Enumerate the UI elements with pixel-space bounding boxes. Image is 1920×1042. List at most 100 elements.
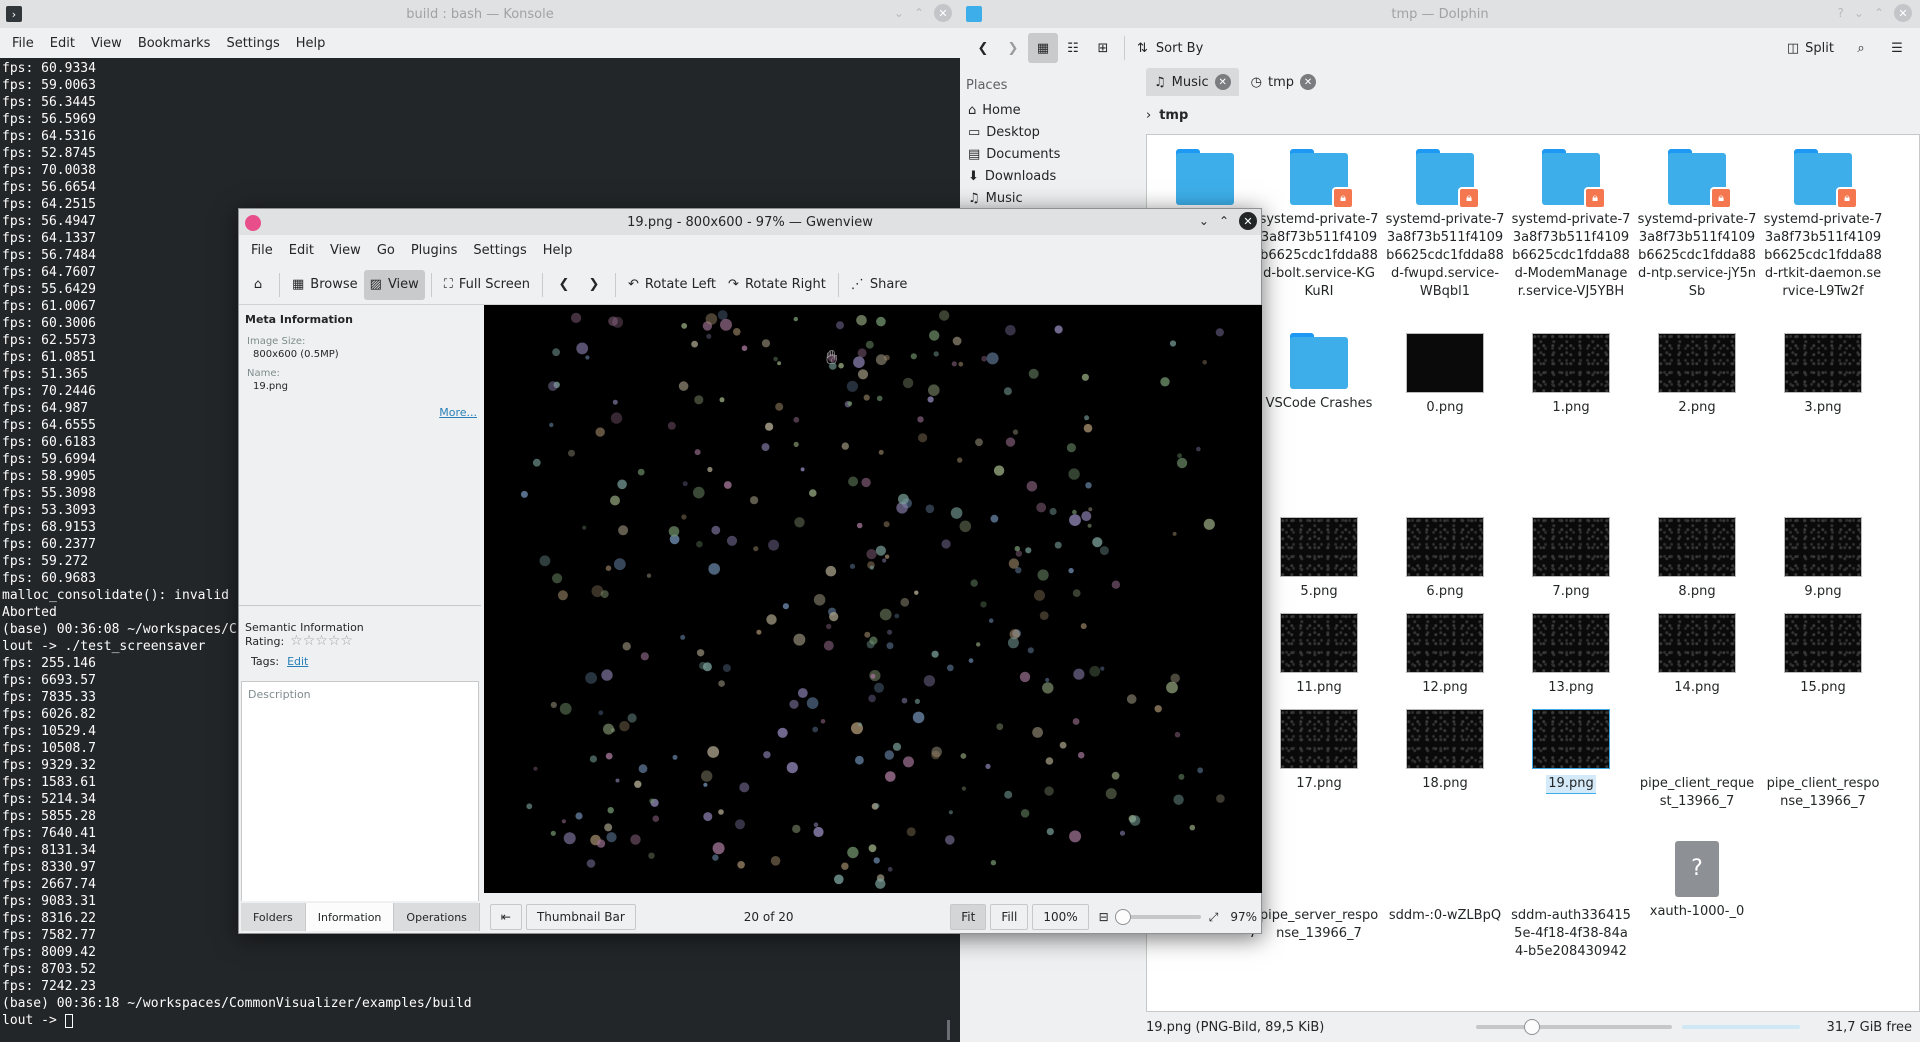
menu-settings[interactable]: Settings — [465, 243, 534, 258]
star-icon[interactable]: ☆ — [303, 633, 316, 649]
zoom-out-icon[interactable]: ⊟ — [1099, 910, 1109, 924]
close-icon[interactable]: ✕ — [1239, 212, 1257, 230]
file-item-folder[interactable]: VSCode Crashes — [1259, 333, 1379, 413]
minimize-icon[interactable]: ⌄ — [1199, 214, 1209, 228]
menu-file[interactable]: File — [243, 243, 281, 258]
forward-icon[interactable]: ❯ — [998, 33, 1028, 63]
home-button[interactable]: ⌂ — [243, 270, 273, 300]
zoom-slider-knob[interactable] — [1524, 1019, 1540, 1035]
menu-plugins[interactable]: Plugins — [403, 243, 466, 258]
tab-folders[interactable]: Folders — [241, 903, 306, 931]
tags-edit-link[interactable]: Edit — [287, 655, 308, 668]
star-icon[interactable]: ☆ — [315, 633, 328, 649]
file-item-image[interactable]: 7.png — [1511, 517, 1631, 601]
menu-help[interactable]: Help — [535, 243, 581, 258]
file-item-image[interactable]: 13.png — [1511, 613, 1631, 697]
close-icon[interactable]: ✕ — [934, 4, 952, 22]
rotate-right-button[interactable]: ↷ Rotate Right — [722, 270, 832, 300]
file-item-file[interactable]: sddm-:0-wZLBpQ — [1385, 907, 1505, 925]
file-item-image[interactable]: 17.png — [1259, 709, 1379, 793]
fill-button[interactable]: Fill — [990, 904, 1029, 930]
file-item-image[interactable]: 9.png — [1763, 517, 1883, 601]
hamburger-menu-icon[interactable]: ☰ — [1882, 33, 1912, 63]
minimize-icon[interactable]: ⌄ — [894, 6, 904, 20]
file-item-image[interactable]: 5.png — [1259, 517, 1379, 601]
tab-music[interactable]: ♫ Music ✕ — [1146, 68, 1239, 96]
maximize-icon[interactable]: ⌃ — [1219, 214, 1229, 228]
file-item-image[interactable]: 18.png — [1385, 709, 1505, 793]
file-item-file[interactable]: pipe_client_response_13966_7 — [1763, 775, 1883, 811]
maximize-icon[interactable]: ⌃ — [914, 6, 924, 20]
back-icon[interactable]: ❮ — [968, 33, 998, 63]
file-item-image[interactable]: 6.png — [1385, 517, 1505, 601]
close-icon[interactable]: ✕ — [1894, 4, 1912, 22]
zoom-slider[interactable] — [1114, 909, 1201, 925]
file-item-file[interactable]: sddm-auth3364155e-4f18-4f38-84a4-b5e2084… — [1511, 907, 1631, 961]
menu-view[interactable]: View — [322, 243, 369, 258]
share-button[interactable]: ⋰ Share — [845, 270, 914, 300]
konsole-titlebar[interactable]: › build : bash — Konsole ⌄ ⌃ ✕ — [0, 0, 960, 28]
menu-view[interactable]: View — [83, 36, 130, 51]
tab-information[interactable]: Information — [305, 903, 395, 931]
fullscreen-button[interactable]: ⛶ Full Screen — [438, 270, 536, 300]
file-item-image[interactable]: 1.png — [1511, 333, 1631, 417]
thumbnail-bar-button[interactable]: Thumbnail Bar — [525, 904, 636, 930]
file-item-file[interactable]: ? xauth-1000-_0 — [1637, 841, 1757, 921]
file-item-folder[interactable]: 🔒︎ systemd-private-73a8f73b511f4109b6625… — [1763, 149, 1883, 301]
more-link[interactable]: More... — [439, 406, 477, 419]
place-home[interactable]: ⌂ Home — [960, 99, 1136, 121]
file-item-image[interactable]: 2.png — [1637, 333, 1757, 417]
tab-tmp[interactable]: ◷ tmp ✕ — [1242, 68, 1325, 96]
file-view[interactable]: 🔒︎ systemd-private-73a8f73b511f4109b6625… — [1146, 134, 1920, 1012]
file-item-folder[interactable]: 🔒︎ systemd-private-73a8f73b511f4109b6625… — [1637, 149, 1757, 301]
tab-operations[interactable]: Operations — [394, 903, 480, 931]
browse-button[interactable]: ▦ Browse — [286, 270, 364, 300]
file-item-image[interactable]: 8.png — [1637, 517, 1757, 601]
zoom-in-icon[interactable]: ⤢ — [1209, 910, 1219, 925]
dolphin-titlebar[interactable]: tmp — Dolphin ? ⌄ ⌃ ✕ — [960, 0, 1920, 28]
description-field[interactable]: Description — [241, 681, 479, 903]
file-item-folder[interactable]: 🔒︎ systemd-private-73a8f73b511f4109b6625… — [1259, 149, 1379, 301]
next-button[interactable]: ❯ — [579, 270, 609, 300]
sort-by-button[interactable]: ⇅ Sort By — [1131, 33, 1209, 63]
star-icon[interactable]: ☆ — [328, 633, 341, 649]
file-item-image[interactable]: 15.png — [1763, 613, 1883, 697]
menu-bookmarks[interactable]: Bookmarks — [130, 36, 219, 51]
menu-settings[interactable]: Settings — [218, 36, 287, 51]
file-item-image[interactable]: 12.png — [1385, 613, 1505, 697]
terminal-scrollbar[interactable] — [947, 1020, 950, 1040]
menu-edit[interactable]: Edit — [281, 243, 322, 258]
menu-file[interactable]: File — [4, 36, 42, 51]
split-button[interactable]: ◫ Split — [1781, 33, 1840, 63]
compact-view-icon[interactable]: ☷ — [1058, 33, 1088, 63]
file-item-image[interactable]: 11.png — [1259, 613, 1379, 697]
search-icon[interactable]: ⌕ — [1846, 33, 1876, 63]
zoom-100-button[interactable]: 100% — [1032, 904, 1089, 930]
toggle-sidebar-button[interactable]: ⇤ — [489, 904, 522, 930]
view-button[interactable]: ▨ View — [363, 269, 425, 300]
zoom-slider[interactable] — [1476, 1025, 1672, 1029]
star-icon[interactable]: ☆ — [290, 633, 303, 649]
previous-button[interactable]: ❮ — [549, 270, 579, 300]
rating-stars[interactable]: ☆☆☆☆☆ — [290, 633, 353, 649]
place-music[interactable]: ♫ Music — [960, 187, 1136, 209]
details-view-icon[interactable]: ⊞ — [1088, 33, 1118, 63]
image-view[interactable]: ✋︎ — [484, 305, 1262, 893]
file-item-folder[interactable]: 🔒︎ systemd-private-73a8f73b511f4109b6625… — [1385, 149, 1505, 301]
help-icon[interactable]: ? — [1838, 6, 1844, 20]
close-tab-icon[interactable]: ✕ — [1300, 74, 1317, 90]
place-documents[interactable]: ▤ Documents — [960, 143, 1136, 165]
file-item-folder[interactable]: 🔒︎ systemd-private-73a8f73b511f4109b6625… — [1511, 149, 1631, 301]
file-item-file[interactable]: pipe_server_response_13966_7 — [1259, 907, 1379, 943]
file-item-file[interactable]: pipe_client_request_13966_7 — [1637, 775, 1757, 811]
file-item-image[interactable]: 3.png — [1763, 333, 1883, 417]
file-item-folder[interactable] — [1145, 149, 1265, 211]
menu-help[interactable]: Help — [288, 36, 334, 51]
menu-edit[interactable]: Edit — [42, 36, 83, 51]
breadcrumb[interactable]: › tmp — [1146, 104, 1188, 126]
place-desktop[interactable]: ▭ Desktop — [960, 121, 1136, 143]
icons-view-icon[interactable]: ▦ — [1028, 33, 1058, 63]
minimize-icon[interactable]: ⌄ — [1854, 6, 1864, 20]
fit-button[interactable]: Fit — [950, 904, 987, 930]
file-item-image[interactable]: 0.png — [1385, 333, 1505, 417]
